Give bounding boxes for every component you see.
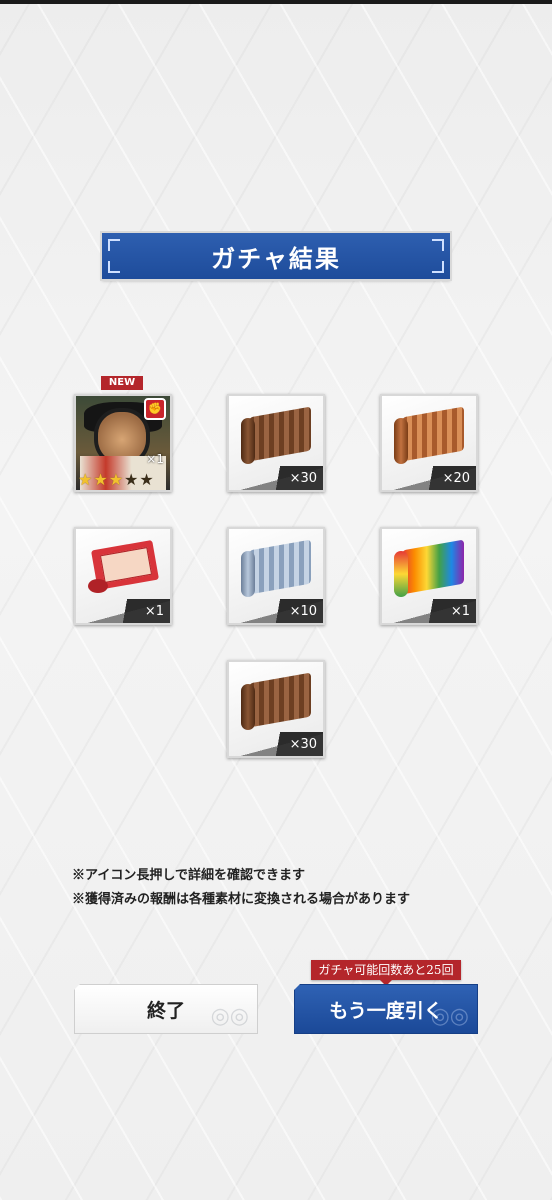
- character-type-icon: ✊: [144, 398, 166, 420]
- banner-corner-ornament: [432, 261, 444, 273]
- top-status-bar: [0, 0, 552, 4]
- note-long-press: ※アイコン長押しで詳細を確認できます: [72, 868, 305, 883]
- reward-item-copper-scroll[interactable]: ×20: [380, 394, 478, 492]
- page-title: ガチャ結果: [211, 243, 341, 273]
- star-icon: ★: [78, 470, 93, 489]
- rainbow-scroll-icon: [394, 539, 466, 597]
- rarity-stars: ★ ★ ★ ★ ★: [78, 472, 154, 488]
- reward-item-character[interactable]: ✊ ×1 ★ ★ ★ ★ ★: [74, 394, 172, 492]
- draw-again-button[interactable]: もう一度引く ◎◎: [294, 984, 478, 1034]
- item-quantity: ×20: [442, 471, 470, 486]
- silver-scroll-icon: [241, 539, 313, 597]
- bronze-scroll-icon: [241, 672, 313, 730]
- item-quantity: ×30: [289, 471, 317, 486]
- new-badge: NEW: [101, 376, 143, 390]
- copper-scroll-icon: [394, 406, 466, 464]
- remaining-pulls-badge: ガチャ可能回数あと25回: [311, 960, 461, 986]
- cloud-swirl-icon: ◎◎: [430, 1004, 469, 1029]
- star-icon: ★: [139, 470, 154, 489]
- draw-again-button-label: もう一度引く: [329, 999, 443, 1022]
- character-portrait: [98, 412, 146, 462]
- star-icon: ★: [124, 470, 139, 489]
- reward-item-bronze-scroll[interactable]: ×30: [227, 660, 325, 758]
- red-ticket-icon: [86, 539, 160, 597]
- banner-corner-ornament: [108, 239, 120, 251]
- item-quantity: ×30: [289, 737, 317, 752]
- end-button[interactable]: 終了 ◎◎: [74, 984, 258, 1034]
- title-banner: ガチャ結果: [102, 233, 450, 279]
- item-quantity: ×1: [146, 452, 164, 466]
- item-quantity: ×1: [144, 604, 164, 619]
- cloud-swirl-icon: ◎◎: [210, 1004, 249, 1029]
- reward-item-silver-scroll[interactable]: ×10: [227, 527, 325, 625]
- star-icon: ★: [93, 470, 108, 489]
- banner-corner-ornament: [108, 261, 120, 273]
- star-icon: ★: [108, 470, 124, 489]
- banner-corner-ornament: [432, 239, 444, 251]
- reward-item-bronze-scroll[interactable]: ×30: [227, 394, 325, 492]
- reward-item-red-ticket[interactable]: ×1: [74, 527, 172, 625]
- reward-item-rainbow-scroll[interactable]: ×1: [380, 527, 478, 625]
- bronze-scroll-icon: [241, 406, 313, 464]
- item-quantity: ×10: [289, 604, 317, 619]
- item-quantity: ×1: [450, 604, 470, 619]
- end-button-label: 終了: [146, 999, 185, 1022]
- note-conversion: ※獲得済みの報酬は各種素材に変換される場合があります: [72, 892, 411, 907]
- notes: ※アイコン長押しで詳細を確認できます ※獲得済みの報酬は各種素材に変換される場合…: [72, 864, 410, 912]
